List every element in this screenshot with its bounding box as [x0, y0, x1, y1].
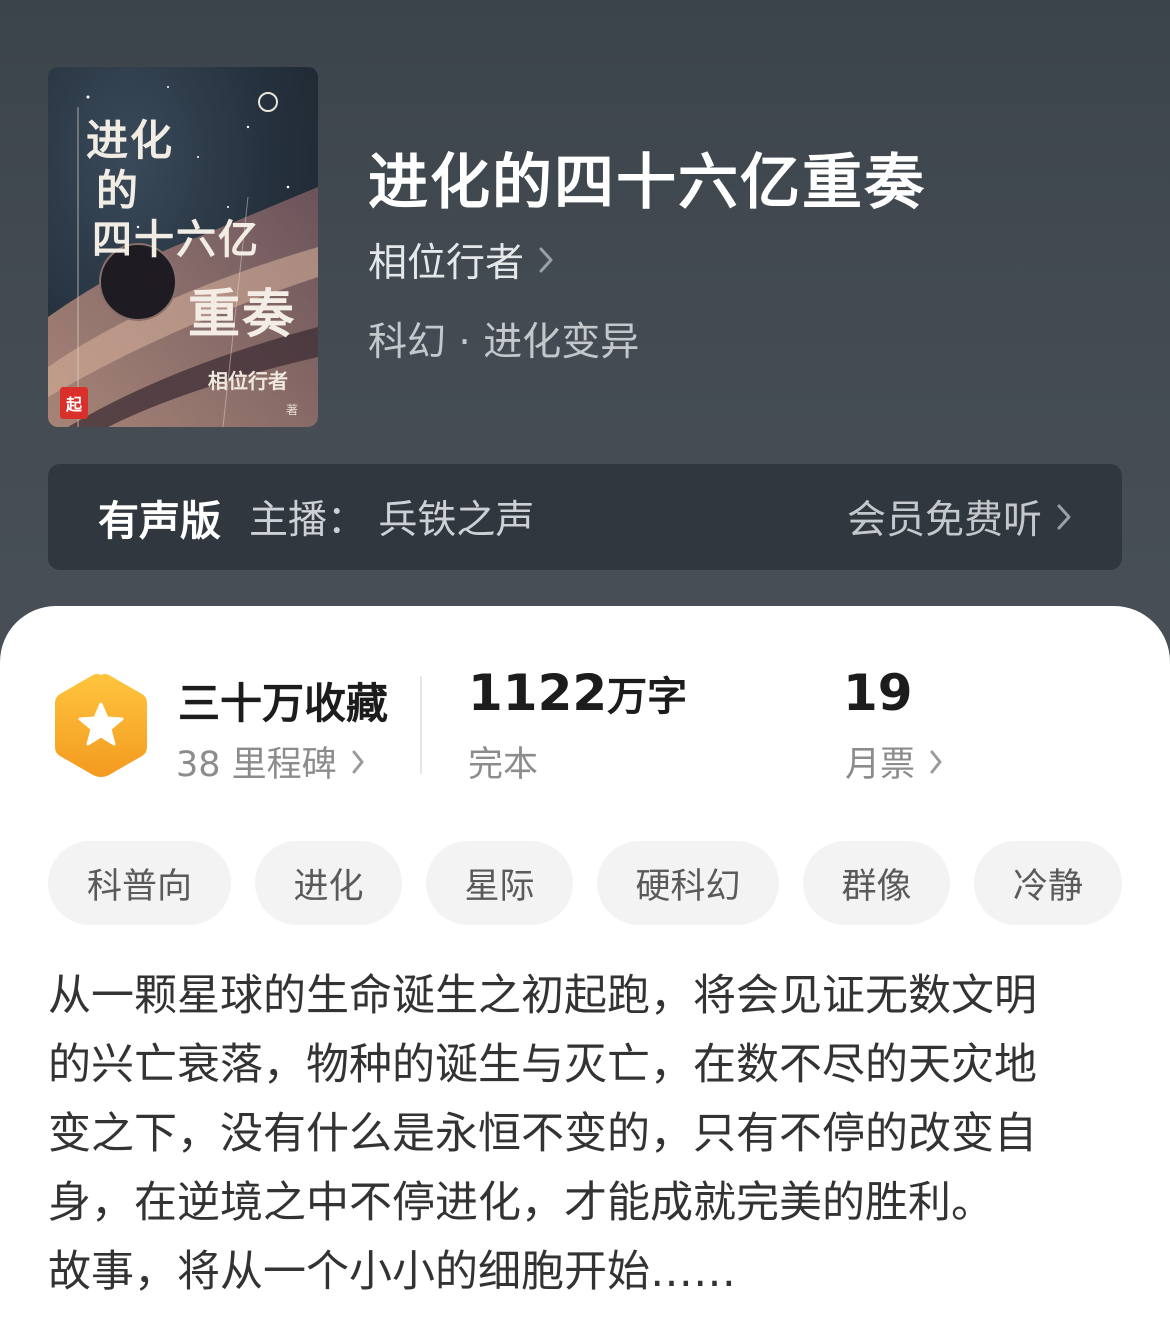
description-line: 从一颗星球的生命诞生之初起跑，将会见证无数文明 [48, 971, 1037, 1021]
author-name: 相位行者 [368, 241, 525, 286]
tag-chip[interactable]: 硬科幻 [597, 841, 779, 925]
cover-author-suffix: 著 [286, 403, 299, 417]
audiobook-bar[interactable]: 有声版 主播： 兵铁之声 会员免费听 [48, 464, 1122, 570]
chevron-right-icon [539, 247, 553, 273]
star-badge-icon [55, 674, 147, 777]
milestone-link[interactable]: 38 里程碑 [176, 736, 365, 787]
monthly-votes-link[interactable]: 月票 [845, 736, 943, 787]
cover-author: 相位行者 [208, 369, 288, 393]
word-count-number: 1122 [468, 664, 608, 722]
milestone-label: 38 里程碑 [176, 745, 337, 785]
chevron-right-icon [352, 750, 364, 773]
member-free-listen-label: 会员免费听 [846, 498, 1042, 543]
tag-list: 科普向 进化 星际 硬科幻 群像 冷静 [48, 841, 1122, 925]
completion-status-label: 完本 [468, 745, 539, 785]
chevron-right-icon [1057, 504, 1071, 530]
audiobook-host: 主播： 兵铁之声 [249, 498, 535, 543]
tag-chip[interactable]: 群像 [803, 841, 950, 925]
author-link[interactable]: 相位行者 [368, 232, 554, 288]
book-description[interactable]: 从一颗星球的生命诞生之初起跑，将会见证无数文明 的兴亡衰落，物种的诞生与灭亡，在… [48, 962, 1128, 1307]
description-line: 的兴亡衰落，物种的诞生与灭亡，在数不尽的天灾地 [48, 1040, 1037, 1090]
description-line: 身，在逆境之中不停进化，才能成就完美的胜利。 [48, 1178, 994, 1228]
description-line: 故事，将从一个小小的细胞开始…… [48, 1247, 736, 1297]
favorites-count: 三十万收藏 [178, 679, 389, 728]
book-cover[interactable]: 进化 的 四十六亿 重奏 相位行者 著 起 [48, 67, 318, 427]
cover-title-line: 四十六亿 [92, 216, 260, 263]
book-title: 进化的四十六亿重奏 [368, 148, 926, 218]
description-line: 变之下，没有什么是永恒不变的，只有不停的改变自 [48, 1109, 1037, 1159]
member-free-listen-button[interactable]: 会员免费听 [847, 489, 1072, 545]
tag-chip[interactable]: 星际 [426, 841, 573, 925]
completion-status: 完本 [468, 736, 538, 787]
monthly-votes-label: 月票 [845, 745, 916, 785]
publisher-logo-icon: 起 [60, 387, 88, 419]
word-count-unit: 万字 [607, 674, 688, 720]
book-genre[interactable]: 科幻 · 进化变异 [368, 311, 639, 367]
audiobook-label: 有声版 [98, 497, 221, 545]
stats-divider [420, 676, 422, 774]
word-count: 1122万字 [468, 664, 687, 722]
tag-chip[interactable]: 冷静 [974, 841, 1122, 925]
tag-chip[interactable]: 科普向 [48, 841, 231, 925]
tag-chip[interactable]: 进化 [255, 841, 402, 925]
chevron-right-icon [930, 750, 942, 773]
cover-title-line: 重奏 [188, 284, 297, 345]
monthly-votes-count: 19 [843, 664, 913, 722]
